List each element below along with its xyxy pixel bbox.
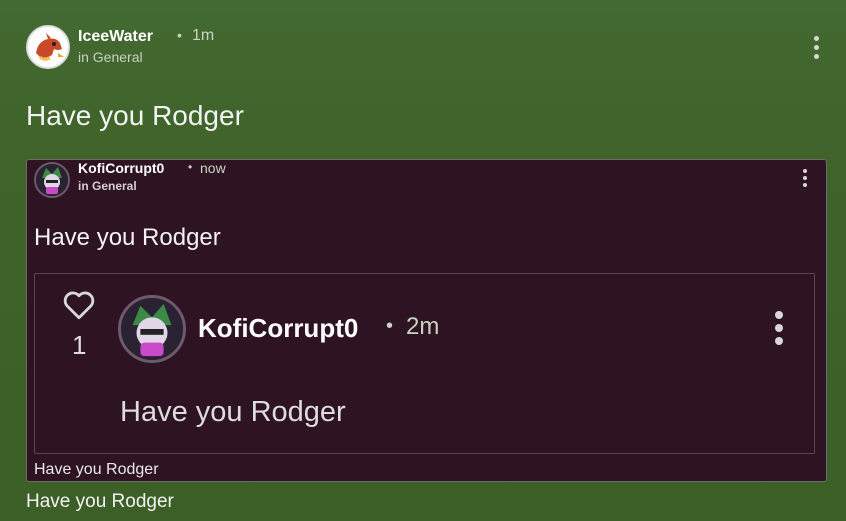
like-count: 1 (72, 330, 87, 360)
inner-menu-kebab-icon (775, 311, 783, 345)
inner-separator-dot: • (386, 315, 394, 337)
embed-footer-text: Have you Rodger (34, 461, 159, 478)
post-author[interactable]: IceeWater (78, 28, 153, 46)
embed-separator-dot: • (188, 160, 193, 174)
ralsei-avatar-icon (121, 298, 183, 360)
inner-author: KofiCorrupt0 (198, 313, 359, 343)
post-menu-kebab-icon[interactable] (814, 36, 819, 59)
embed-time: now (200, 160, 226, 176)
author-avatar[interactable] (26, 25, 70, 69)
embed-title: Have you Rodger (34, 224, 221, 251)
post-channel[interactable]: in General (78, 49, 143, 65)
ralsei-avatar-icon (36, 164, 68, 196)
post-caption: Have you Rodger (26, 491, 174, 512)
post-title: Have you Rodger (26, 100, 244, 131)
embed-channel: in General (78, 179, 137, 193)
inner-author-avatar (118, 295, 186, 363)
embedded-image-card[interactable]: KofiCorrupt0 • now in General Have you R… (26, 159, 827, 482)
embed-menu-kebab-icon (803, 169, 807, 187)
inner-post: 1 KofiCorrupt0 • 2m Have you Rodger (34, 273, 815, 454)
post-time: 1m (192, 27, 215, 44)
embed-author-avatar (34, 162, 70, 198)
separator-dot: • (177, 27, 182, 43)
inner-body: Have you Rodger (120, 396, 346, 428)
inner-time: 2m (406, 313, 440, 340)
embed-author: KofiCorrupt0 (78, 160, 165, 176)
heart-icon (63, 291, 95, 320)
dragon-avatar-icon (28, 27, 68, 67)
